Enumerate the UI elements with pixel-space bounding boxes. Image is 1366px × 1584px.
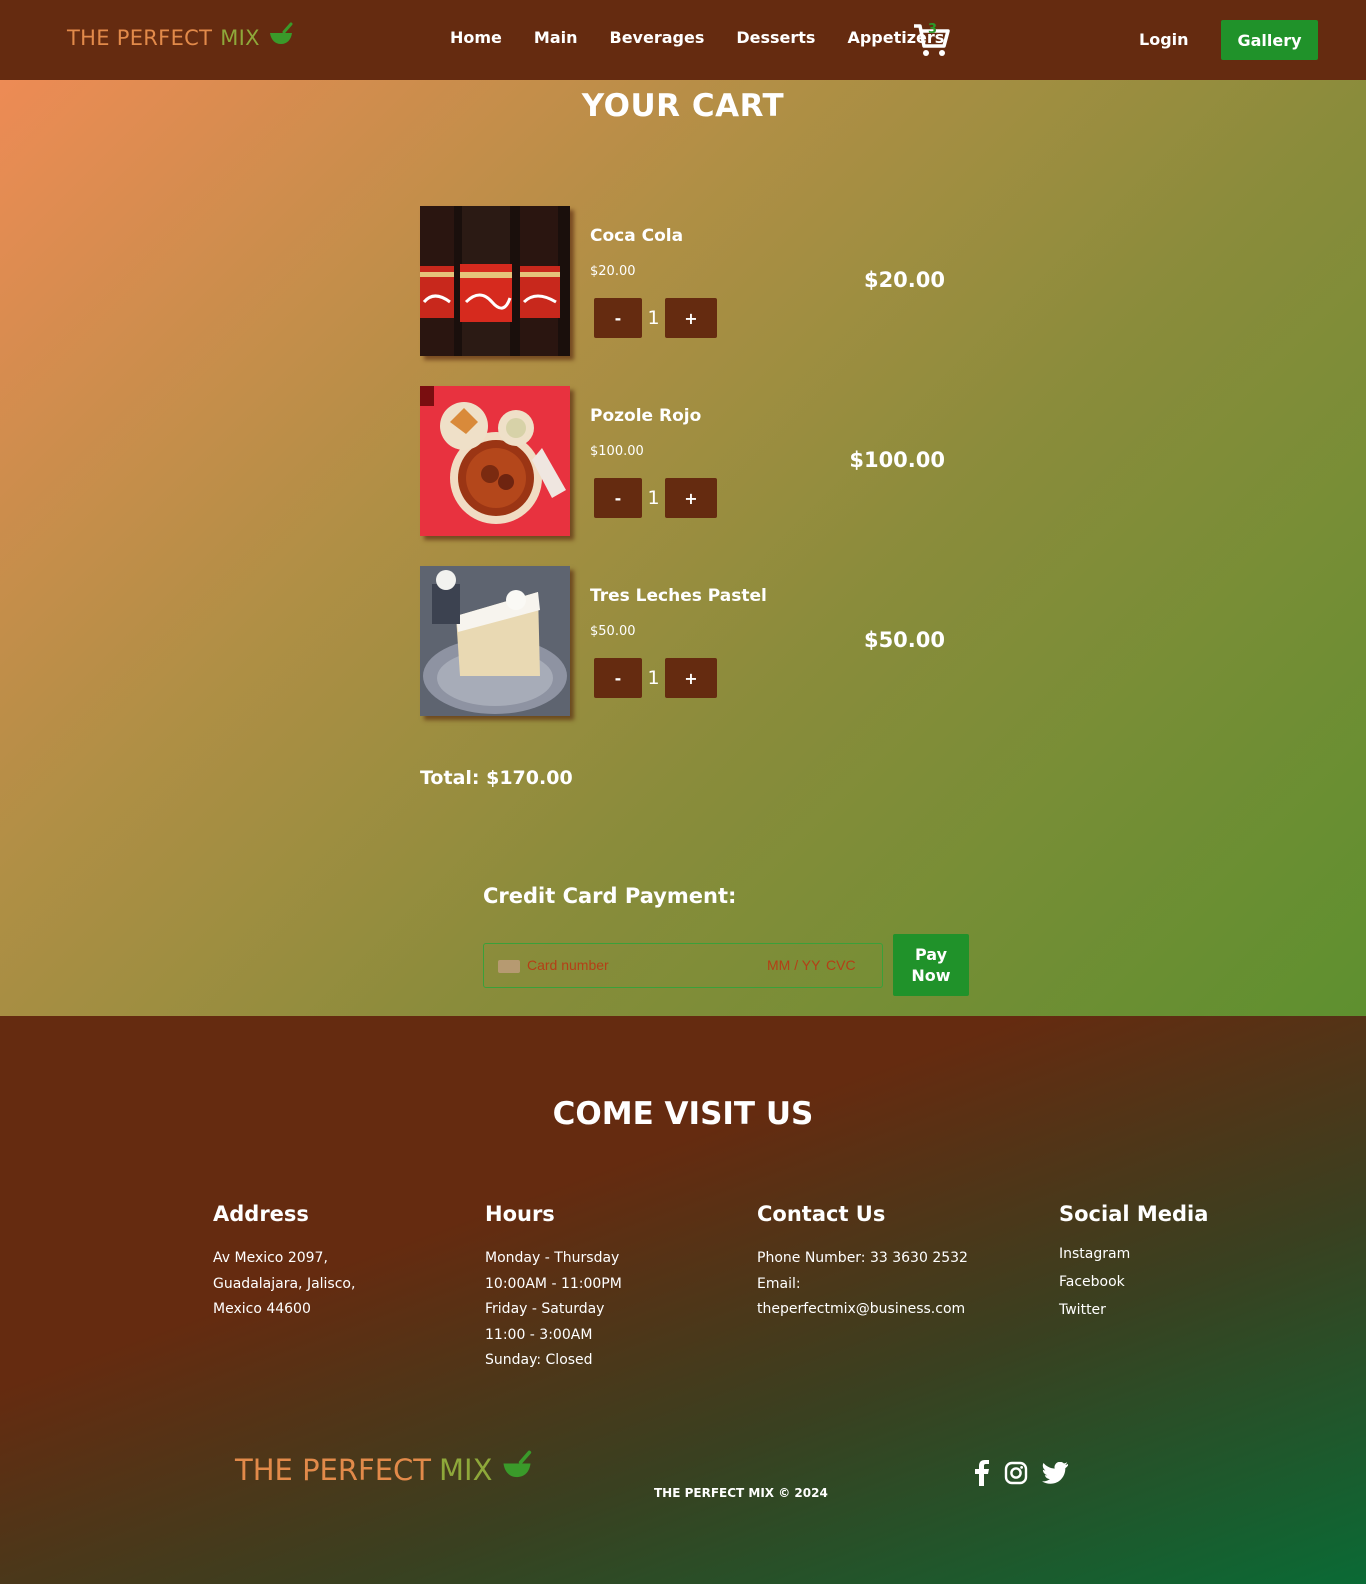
brand-logo[interactable]: THE PERFECT MIX bbox=[67, 22, 294, 53]
increase-quantity-button[interactable]: + bbox=[665, 298, 717, 338]
cart-count-badge: 3 bbox=[928, 22, 938, 37]
instagram-icon[interactable] bbox=[1004, 1461, 1028, 1489]
item-unit-price: $20.00 bbox=[590, 264, 636, 279]
quantity-stepper: - 1 + bbox=[594, 298, 717, 338]
cart-section: YOUR CART Coca Cola $20.00 - 1 + $20.00 … bbox=[0, 80, 1366, 1016]
nav-link-main[interactable]: Main bbox=[534, 28, 578, 47]
pay-now-button[interactable]: Pay Now bbox=[893, 934, 969, 996]
pay-label-line1: Pay bbox=[914, 945, 948, 964]
quantity-stepper: - 1 + bbox=[594, 478, 717, 518]
card-icon bbox=[498, 960, 520, 973]
hours-line: Monday - Thursday bbox=[485, 1250, 620, 1266]
cart-item: Pozole Rojo $100.00 - 1 + $100.00 bbox=[420, 386, 950, 536]
footer: COME VISIT US Address Av Mexico 2097, Gu… bbox=[0, 1016, 1366, 1584]
navbar: THE PERFECT MIX Home Main Beverages Dess… bbox=[0, 0, 1366, 80]
address-line: Guadalajara, Jalisco, bbox=[213, 1275, 356, 1292]
item-unit-price: $50.00 bbox=[590, 624, 636, 639]
footer-brand-part2: MIX bbox=[439, 1452, 493, 1487]
item-unit-price: $100.00 bbox=[590, 444, 644, 459]
hours-line: Friday - Saturday bbox=[485, 1301, 605, 1317]
decrease-quantity-button[interactable]: - bbox=[594, 478, 642, 518]
twitter-icon[interactable] bbox=[1041, 1461, 1068, 1488]
cart-button[interactable]: 3 bbox=[912, 22, 952, 58]
brand-text-part2: MIX bbox=[220, 25, 260, 50]
card-number-placeholder: Card number bbox=[527, 957, 609, 973]
brand-text-part1: THE PERFECT bbox=[67, 25, 213, 50]
quantity-stepper: - 1 + bbox=[594, 658, 717, 698]
expiry-placeholder[interactable]: MM / YY bbox=[767, 957, 820, 973]
gallery-button[interactable]: Gallery bbox=[1221, 20, 1318, 60]
decrease-quantity-button[interactable]: - bbox=[594, 658, 642, 698]
login-link[interactable]: Login bbox=[1139, 30, 1189, 49]
cvc-placeholder[interactable]: CVC bbox=[826, 957, 856, 973]
quantity-value: 1 bbox=[647, 667, 660, 689]
nav-links: Home Main Beverages Desserts Appetizers bbox=[450, 28, 976, 47]
bowl-icon bbox=[500, 1450, 534, 1489]
facebook-link[interactable]: Facebook bbox=[1059, 1268, 1208, 1296]
item-line-total: $20.00 bbox=[863, 268, 945, 292]
social-column: Social Media Instagram Facebook Twitter bbox=[1059, 1202, 1208, 1324]
contact-column: Contact Us Phone Number: 33 3630 2532 Em… bbox=[757, 1202, 968, 1323]
page-title: YOUR CART bbox=[581, 88, 785, 124]
contact-heading: Contact Us bbox=[757, 1202, 886, 1226]
pozole-rojo-image bbox=[420, 386, 570, 536]
contact-email[interactable]: theperfectmix@business.com bbox=[757, 1297, 968, 1323]
cart-total: Total: $170.00 bbox=[420, 767, 573, 789]
card-number-field[interactable]: Card number MM / YY CVC bbox=[483, 943, 883, 988]
footer-brand-logo[interactable]: THE PERFECT MIX bbox=[235, 1450, 534, 1489]
hours-line: Sunday: Closed bbox=[485, 1352, 593, 1368]
quantity-value: 1 bbox=[647, 307, 660, 329]
hours-column: Hours Monday - Thursday 10:00AM - 11:00P… bbox=[485, 1202, 622, 1374]
payment-title: Credit Card Payment: bbox=[483, 884, 737, 908]
item-name: Pozole Rojo bbox=[590, 406, 702, 426]
quantity-value: 1 bbox=[647, 487, 660, 509]
item-line-total: $50.00 bbox=[863, 628, 945, 652]
bowl-icon bbox=[268, 22, 294, 53]
increase-quantity-button[interactable]: + bbox=[665, 658, 717, 698]
nav-link-desserts[interactable]: Desserts bbox=[736, 28, 815, 47]
address-column: Address Av Mexico 2097, Guadalajara, Jal… bbox=[213, 1202, 355, 1323]
nav-link-beverages[interactable]: Beverages bbox=[610, 28, 705, 47]
increase-quantity-button[interactable]: + bbox=[665, 478, 717, 518]
tres-leches-image bbox=[420, 566, 570, 716]
footer-brand-part1: THE PERFECT bbox=[235, 1452, 431, 1487]
cart-item: Coca Cola $20.00 - 1 + $20.00 bbox=[420, 206, 950, 356]
decrease-quantity-button[interactable]: - bbox=[594, 298, 642, 338]
cart-item: Tres Leches Pastel $50.00 - 1 + $50.00 bbox=[420, 566, 950, 716]
twitter-link[interactable]: Twitter bbox=[1059, 1296, 1208, 1324]
social-heading: Social Media bbox=[1059, 1202, 1209, 1226]
address-line: Mexico 44600 bbox=[213, 1301, 311, 1317]
footer-title: COME VISIT US bbox=[552, 1096, 814, 1132]
copyright: THE PERFECT MIX © 2024 bbox=[654, 1486, 828, 1500]
nav-link-home[interactable]: Home bbox=[450, 28, 502, 47]
coca-cola-image bbox=[420, 206, 570, 356]
pay-label-line2: Now bbox=[911, 966, 951, 985]
item-name: Tres Leches Pastel bbox=[590, 586, 767, 606]
contact-line: Phone Number: 33 3630 2532 bbox=[757, 1250, 968, 1266]
social-icons bbox=[972, 1460, 1068, 1490]
contact-line: Email: bbox=[757, 1275, 801, 1292]
facebook-icon[interactable] bbox=[972, 1460, 990, 1490]
hours-line: 11:00 - 3:00AM bbox=[485, 1326, 593, 1343]
item-line-total: $100.00 bbox=[849, 448, 945, 472]
instagram-link[interactable]: Instagram bbox=[1059, 1240, 1208, 1268]
hours-line: 10:00AM - 11:00PM bbox=[485, 1275, 622, 1292]
address-heading: Address bbox=[213, 1202, 309, 1226]
cart-icon bbox=[912, 24, 950, 62]
item-name: Coca Cola bbox=[590, 226, 684, 246]
hours-heading: Hours bbox=[485, 1202, 555, 1226]
address-line: Av Mexico 2097, bbox=[213, 1250, 328, 1266]
